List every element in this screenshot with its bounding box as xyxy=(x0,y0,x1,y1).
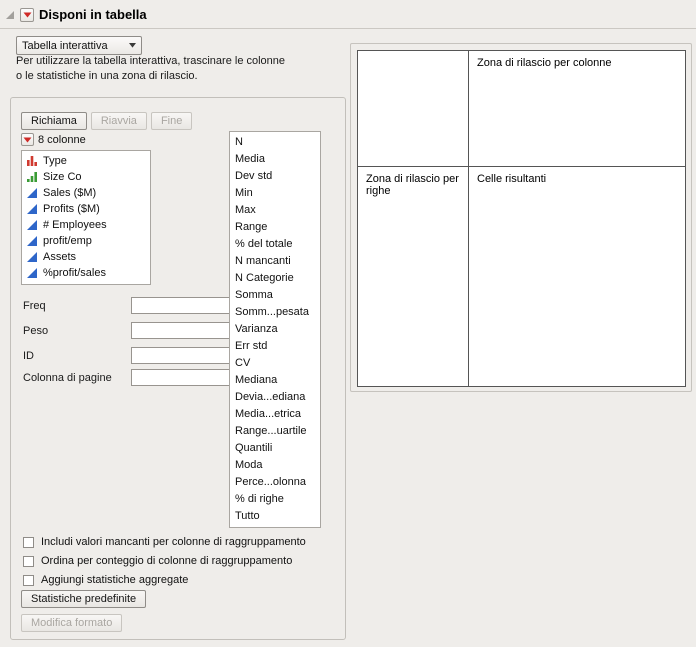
checkbox-icon[interactable] xyxy=(23,536,34,548)
stat-item[interactable]: % del totale xyxy=(230,236,320,253)
weight-field-row: Peso xyxy=(23,322,245,340)
instructions-line2: o le statistiche in una zona di rilascio… xyxy=(16,70,198,82)
ordinal-icon xyxy=(27,172,37,182)
column-label: %profit/sales xyxy=(43,267,106,279)
dropzone-panel: Zona di rilascio per colonne Zona di ril… xyxy=(350,43,692,392)
stat-item[interactable]: CV xyxy=(230,355,320,372)
default-statistics-button[interactable]: Statistiche predefinite xyxy=(21,590,147,608)
stat-item[interactable]: Max xyxy=(230,202,320,219)
restart-button[interactable]: Riavvia xyxy=(90,112,147,130)
stat-item[interactable]: Somm...pesata xyxy=(230,304,320,321)
red-triangle-menu-icon[interactable] xyxy=(20,7,34,22)
id-field-row: ID xyxy=(23,347,245,365)
page-column-input[interactable] xyxy=(131,369,233,386)
column-item[interactable]: Type xyxy=(22,153,150,169)
outline-collapse-icon[interactable] xyxy=(5,10,15,20)
column-label: Type xyxy=(43,155,67,167)
stat-item[interactable]: Mediana xyxy=(230,372,320,389)
checkbox-label: Includi valori mancanti per colonne di r… xyxy=(41,536,306,548)
column-item[interactable]: Profits ($M) xyxy=(22,201,150,217)
column-label: Sales ($M) xyxy=(43,187,97,199)
chevron-down-icon xyxy=(129,43,136,48)
column-item[interactable]: Size Co xyxy=(22,169,150,185)
stat-item[interactable]: Media xyxy=(230,151,320,168)
stat-item[interactable]: Moda xyxy=(230,457,320,474)
page-column-label: Colonna di pagine xyxy=(23,372,112,384)
stat-item[interactable]: Tutto xyxy=(230,508,320,525)
stat-item[interactable]: N mancanti xyxy=(230,253,320,270)
dropzone-corner[interactable] xyxy=(358,51,468,166)
recall-button[interactable]: Richiama xyxy=(21,112,87,130)
stat-item[interactable]: N Categorie xyxy=(230,270,320,287)
columns-header: 8 colonne xyxy=(21,133,86,146)
column-label: Size Co xyxy=(43,171,82,183)
stat-item[interactable]: Somma xyxy=(230,287,320,304)
stat-item[interactable]: % di righe xyxy=(230,491,320,508)
dropzone-results[interactable]: Celle risultanti xyxy=(469,167,685,386)
column-item[interactable]: Sales ($M) xyxy=(22,185,150,201)
continuous-icon xyxy=(27,252,37,262)
continuous-icon xyxy=(27,268,37,278)
checkbox-label: Aggiungi statistiche aggregate xyxy=(41,574,189,586)
column-item[interactable]: profit/emp xyxy=(22,233,150,249)
stat-item[interactable]: Dev std xyxy=(230,168,320,185)
checkbox-label: Ordina per conteggio di colonne di raggr… xyxy=(41,555,293,567)
checkbox-icon[interactable] xyxy=(23,555,34,567)
divider xyxy=(0,28,696,29)
column-item[interactable]: # Employees xyxy=(22,217,150,233)
continuous-icon xyxy=(27,220,37,230)
checkbox-order-by-count[interactable]: Ordina per conteggio di colonne di raggr… xyxy=(23,554,292,568)
columns-list[interactable]: Type Size Co Sales ($M) Profits ($M) # E… xyxy=(21,150,151,285)
id-input[interactable] xyxy=(131,347,233,364)
page-title: Disponi in tabella xyxy=(39,7,147,22)
stat-item[interactable]: Varianza xyxy=(230,321,320,338)
statistics-list[interactable]: N Media Dev std Min Max Range % del tota… xyxy=(229,131,321,528)
column-item[interactable]: Assets xyxy=(22,249,150,265)
action-button-row: Richiama Riavvia Fine xyxy=(21,112,193,130)
continuous-icon xyxy=(27,188,37,198)
column-label: Profits ($M) xyxy=(43,203,100,215)
outline-header: Disponi in tabella xyxy=(5,7,147,22)
stat-item[interactable]: Range...uartile xyxy=(230,423,320,440)
freq-label: Freq xyxy=(23,300,46,312)
table-mode-value: Tabella interattiva xyxy=(22,39,108,52)
checkbox-include-missing[interactable]: Includi valori mancanti per colonne di r… xyxy=(23,535,306,549)
dropzone-grid: Zona di rilascio per colonne Zona di ril… xyxy=(357,50,686,387)
id-label: ID xyxy=(23,350,34,362)
control-panel: Richiama Riavvia Fine 8 colonne Type Siz… xyxy=(10,97,346,640)
instructions-line1: Per utilizzare la tabella interattiva, t… xyxy=(16,55,286,67)
weight-input[interactable] xyxy=(131,322,233,339)
column-label: # Employees xyxy=(43,219,107,231)
stat-item[interactable]: Range xyxy=(230,219,320,236)
freq-input[interactable] xyxy=(131,297,233,314)
stat-item[interactable]: N xyxy=(230,134,320,151)
checkbox-icon[interactable] xyxy=(23,574,34,586)
checkbox-add-aggregate-stats[interactable]: Aggiungi statistiche aggregate xyxy=(23,573,188,587)
stat-item[interactable]: Quantili xyxy=(230,440,320,457)
change-format-button[interactable]: Modifica formato xyxy=(21,614,123,632)
continuous-icon xyxy=(27,204,37,214)
stat-item[interactable]: Err std xyxy=(230,338,320,355)
stat-item[interactable]: Devia...ediana xyxy=(230,389,320,406)
done-button[interactable]: Fine xyxy=(150,112,193,130)
red-triangle-menu-icon[interactable] xyxy=(21,133,34,146)
page-column-field-row: Colonna di pagine xyxy=(23,369,245,387)
weight-label: Peso xyxy=(23,325,49,337)
column-label: profit/emp xyxy=(43,235,92,247)
continuous-icon xyxy=(27,236,37,246)
column-item[interactable]: %profit/sales xyxy=(22,265,150,281)
dropzone-columns[interactable]: Zona di rilascio per colonne xyxy=(469,51,685,166)
stat-item[interactable]: Min xyxy=(230,185,320,202)
columns-count-label: 8 colonne xyxy=(38,133,86,146)
dropzone-rows[interactable]: Zona di rilascio per righe xyxy=(358,167,468,386)
nominal-icon xyxy=(27,156,37,166)
stat-item[interactable]: Perce...olonna xyxy=(230,474,320,491)
stat-item[interactable]: Media...etrica xyxy=(230,406,320,423)
instructions: Per utilizzare la tabella interattiva, t… xyxy=(16,54,285,84)
column-label: Assets xyxy=(43,251,77,263)
table-mode-select[interactable]: Tabella interattiva xyxy=(16,36,142,55)
freq-field-row: Freq xyxy=(23,297,245,315)
